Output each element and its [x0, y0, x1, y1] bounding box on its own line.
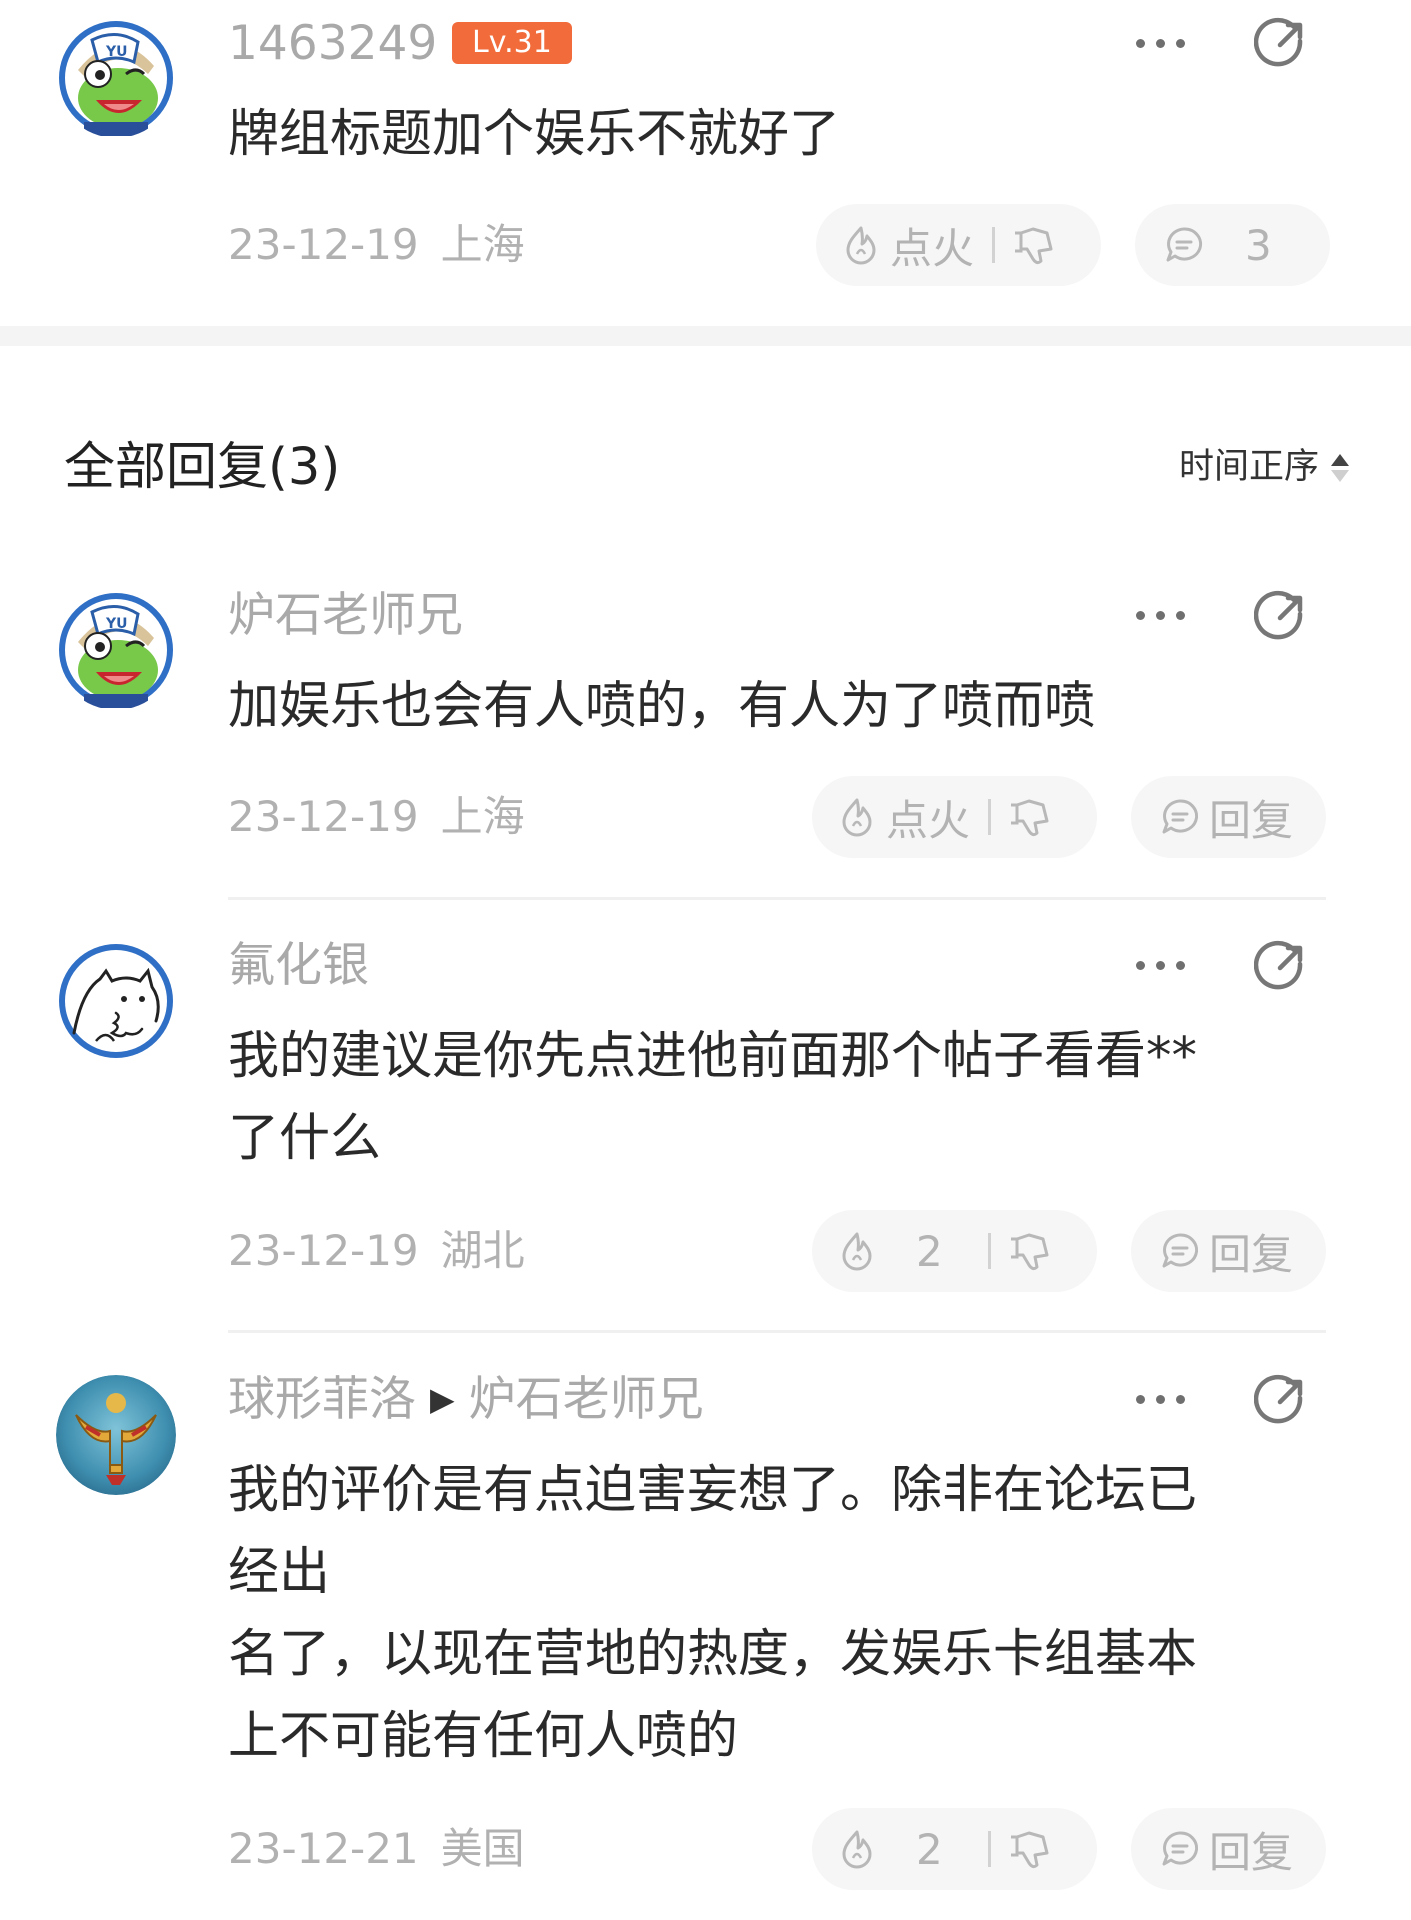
- reply-button[interactable]: 回复: [1131, 776, 1326, 858]
- divider: [988, 1233, 991, 1269]
- post-username[interactable]: 1463249: [228, 20, 437, 67]
- fire-icon[interactable]: [840, 224, 882, 266]
- fire-icon[interactable]: [836, 1230, 878, 1272]
- reply-location: 湖北: [440, 1226, 525, 1275]
- reply-divider: [228, 1330, 1326, 1333]
- reply-meta: 23-12-21 美国: [228, 1828, 525, 1870]
- reply-location: 上海: [440, 792, 525, 841]
- thumbs-down-icon[interactable]: [1007, 1825, 1055, 1873]
- fire-button[interactable]: 点火: [890, 215, 986, 276]
- avatar[interactable]: [56, 941, 176, 1061]
- fire-pill: 点火: [816, 204, 1101, 286]
- reply-label: 回复: [1209, 795, 1294, 845]
- fire-pill: 2: [812, 1210, 1097, 1292]
- avatar[interactable]: YU: [56, 18, 176, 138]
- reply-to-arrow-icon: ▶: [430, 1379, 455, 1418]
- divider: [992, 227, 995, 263]
- comment-bubble-icon: [1162, 799, 1199, 834]
- more-dots-icon[interactable]: [1130, 594, 1192, 634]
- comment-bubble-icon: [1166, 227, 1203, 262]
- fire-button[interactable]: 点火: [886, 787, 982, 848]
- fire-count: 2: [916, 1824, 943, 1874]
- divider: [988, 799, 991, 835]
- fire-icon[interactable]: [836, 1828, 878, 1870]
- frog-avatar-icon: YU: [59, 21, 173, 136]
- share-icon[interactable]: [1254, 15, 1310, 71]
- reply-date: 23-12-21: [228, 1824, 419, 1873]
- sort-label: 时间正序: [1178, 447, 1319, 487]
- share-icon[interactable]: [1254, 588, 1310, 644]
- reply-content: 加娱乐也会有人喷的，有人为了喷而喷: [228, 677, 1096, 736]
- post-meta: 23-12-19 上海: [228, 224, 525, 266]
- reply-content: 我的评价是有点迫害妄想了。除非在论坛已 经出 名了，以现在营地的热度，发娱乐卡组…: [228, 1461, 1198, 1766]
- reply-author[interactable]: 球形菲洛: [228, 1372, 416, 1427]
- cat-avatar-icon: [59, 944, 173, 1058]
- fire-icon[interactable]: [836, 796, 878, 838]
- reply-username[interactable]: 氟化银: [228, 942, 369, 989]
- emblem-avatar-icon: [56, 1375, 176, 1495]
- more-dots-icon[interactable]: [1130, 22, 1192, 62]
- reply-divider: [228, 897, 1326, 900]
- comment-count: 3: [1245, 220, 1272, 270]
- post-location: 上海: [440, 220, 525, 269]
- reply-meta: 23-12-19 湖北: [228, 1230, 525, 1272]
- fire-pill: 点火: [812, 776, 1097, 858]
- divider: [988, 1831, 991, 1867]
- fire-pill: 2: [812, 1808, 1097, 1890]
- comment-bubble-icon: [1162, 1831, 1199, 1866]
- reply-target-user[interactable]: 炉石老师兄: [469, 1372, 704, 1427]
- reply-button[interactable]: 回复: [1131, 1210, 1326, 1292]
- reply-content: 我的建议是你先点进他前面那个帖子看看** 了什么: [228, 1027, 1198, 1168]
- reply-date: 23-12-19: [228, 792, 419, 841]
- frog-avatar-icon: YU: [59, 593, 173, 708]
- reply-button[interactable]: 回复: [1131, 1808, 1326, 1890]
- share-icon[interactable]: [1254, 938, 1310, 994]
- svg-text:YU: YU: [105, 44, 128, 60]
- reply-username: 球形菲洛 ▶ 炉石老师兄: [228, 1376, 704, 1423]
- more-dots-icon[interactable]: [1130, 1378, 1192, 1418]
- replies-title: 全部回复(3): [64, 438, 341, 497]
- reply-date: 23-12-19: [228, 1226, 419, 1275]
- post-content: 牌组标题加个娱乐不就好了: [228, 105, 841, 164]
- level-badge: Lv.31: [452, 22, 572, 64]
- avatar[interactable]: YU: [56, 590, 176, 710]
- thumbs-down-icon[interactable]: [1007, 1227, 1055, 1275]
- comment-pill[interactable]: 3: [1135, 204, 1330, 286]
- reply-location: 美国: [440, 1824, 525, 1873]
- fire-count: 2: [916, 1226, 943, 1276]
- sort-toggle[interactable]: 时间正序: [1179, 450, 1349, 485]
- reply-meta: 23-12-19 上海: [228, 796, 525, 838]
- section-divider: [0, 326, 1411, 346]
- reply-label: 回复: [1209, 1827, 1294, 1877]
- thumbs-down-icon[interactable]: [1007, 793, 1055, 841]
- thumbs-down-icon[interactable]: [1011, 221, 1059, 269]
- comment-bubble-icon: [1162, 1233, 1199, 1268]
- svg-text:YU: YU: [105, 616, 128, 632]
- reply-label: 回复: [1209, 1229, 1294, 1279]
- share-icon[interactable]: [1254, 1372, 1310, 1428]
- sort-arrows-icon: [1331, 453, 1349, 482]
- reply-username[interactable]: 炉石老师兄: [228, 592, 463, 639]
- more-dots-icon[interactable]: [1130, 944, 1192, 984]
- post-date: 23-12-19: [228, 220, 419, 269]
- avatar[interactable]: [56, 1375, 176, 1495]
